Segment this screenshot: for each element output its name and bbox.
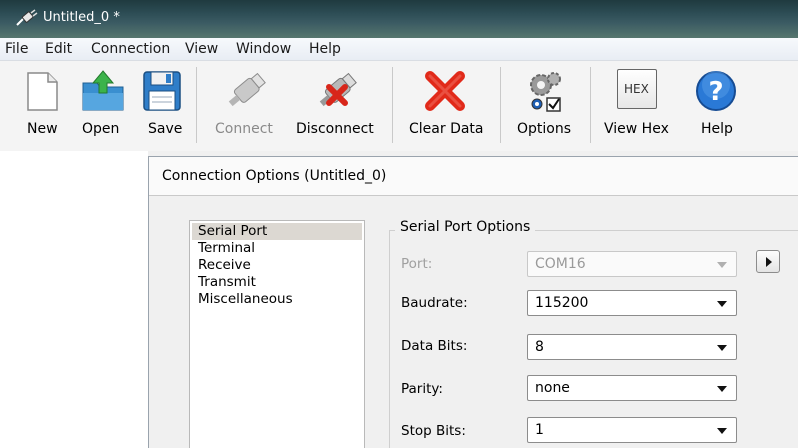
hex-icon: HEX <box>617 69 657 109</box>
parity-value: none <box>535 380 570 396</box>
toolbar-separator <box>590 67 591 143</box>
chevron-down-icon <box>717 262 727 268</box>
disconnect-label: Disconnect <box>296 121 374 137</box>
menu-edit[interactable]: Edit <box>45 41 72 57</box>
toolbar: New Open Save Connect Disconnect Clear D… <box>0 61 798 151</box>
connect-label: Connect <box>215 121 273 137</box>
category-transmit[interactable]: Transmit <box>192 274 362 291</box>
menu-view[interactable]: View <box>185 41 218 57</box>
open-label: Open <box>82 121 120 137</box>
help-button[interactable]: ? Help <box>693 61 739 149</box>
open-folder-icon <box>82 70 124 111</box>
baudrate-label: Baudrate: <box>401 295 468 311</box>
window-title: Untitled_0 * <box>43 10 120 25</box>
stop-bits-value: 1 <box>535 422 544 438</box>
data-bits-label: Data Bits: <box>401 338 468 354</box>
dialog-title: Connection Options (Untitled_0) <box>162 168 387 184</box>
menu-bar: File Edit Connection View Window Help <box>0 38 798 61</box>
terminal-area <box>0 151 148 448</box>
save-button[interactable]: Save <box>140 61 184 149</box>
options-button[interactable]: Options <box>512 61 578 149</box>
view-hex-label: View Hex <box>604 121 669 137</box>
baudrate-select[interactable]: 115200 <box>527 290 737 316</box>
group-title: Serial Port Options <box>395 219 536 235</box>
port-value: COM16 <box>535 256 586 272</box>
menu-file[interactable]: File <box>5 41 28 57</box>
plug-icon <box>16 9 38 26</box>
new-button[interactable]: New <box>18 61 62 149</box>
usb-plug-icon <box>228 72 266 107</box>
port-refresh-button[interactable] <box>756 250 780 273</box>
help-question-icon: ? <box>696 71 736 111</box>
help-label: Help <box>701 121 733 137</box>
connect-button[interactable]: Connect <box>210 61 282 149</box>
baudrate-value: 115200 <box>535 295 589 311</box>
menu-window[interactable]: Window <box>236 41 291 57</box>
port-label: Port: <box>401 256 433 272</box>
parity-label: Parity: <box>401 381 443 397</box>
clear-data-button[interactable]: Clear Data <box>405 61 487 149</box>
data-bits-value: 8 <box>535 339 544 355</box>
chevron-down-icon <box>717 428 727 434</box>
toolbar-separator <box>392 67 393 143</box>
new-document-icon <box>27 72 58 111</box>
chevron-down-icon <box>717 301 727 307</box>
stop-bits-select[interactable]: 1 <box>527 417 737 443</box>
save-label: Save <box>148 121 183 137</box>
red-x-icon <box>425 71 465 111</box>
floppy-disk-icon <box>143 71 181 111</box>
menu-connection[interactable]: Connection <box>91 41 170 57</box>
category-receive[interactable]: Receive <box>192 257 362 274</box>
hex-icon-text: HEX <box>624 82 649 96</box>
view-hex-button[interactable]: HEX View Hex <box>601 61 673 149</box>
title-bar: Untitled_0 * <box>0 0 798 38</box>
category-list[interactable]: Serial Port Terminal Receive Transmit Mi… <box>189 220 365 448</box>
open-button[interactable]: Open <box>76 61 130 149</box>
menu-help[interactable]: Help <box>309 41 341 57</box>
stop-bits-label: Stop Bits: <box>401 423 466 439</box>
usb-disconnect-icon <box>319 72 357 107</box>
svg-text:?: ? <box>708 77 723 107</box>
chevron-down-icon <box>717 345 727 351</box>
category-terminal[interactable]: Terminal <box>192 240 362 257</box>
gears-checkbox-icon <box>530 72 561 112</box>
dialog-header: Connection Options (Untitled_0) <box>149 157 798 195</box>
category-miscellaneous[interactable]: Miscellaneous <box>192 291 362 308</box>
play-arrow-icon <box>766 257 772 267</box>
disconnect-button[interactable]: Disconnect <box>294 61 380 149</box>
clear-data-label: Clear Data <box>409 121 484 137</box>
toolbar-separator <box>500 67 501 143</box>
options-label: Options <box>517 121 572 137</box>
parity-select[interactable]: none <box>527 375 737 401</box>
category-serial-port[interactable]: Serial Port <box>192 223 362 240</box>
data-bits-select[interactable]: 8 <box>527 334 737 360</box>
toolbar-separator <box>196 67 197 143</box>
port-select[interactable]: COM16 <box>527 251 737 277</box>
chevron-down-icon <box>717 386 727 392</box>
new-label: New <box>27 121 58 137</box>
